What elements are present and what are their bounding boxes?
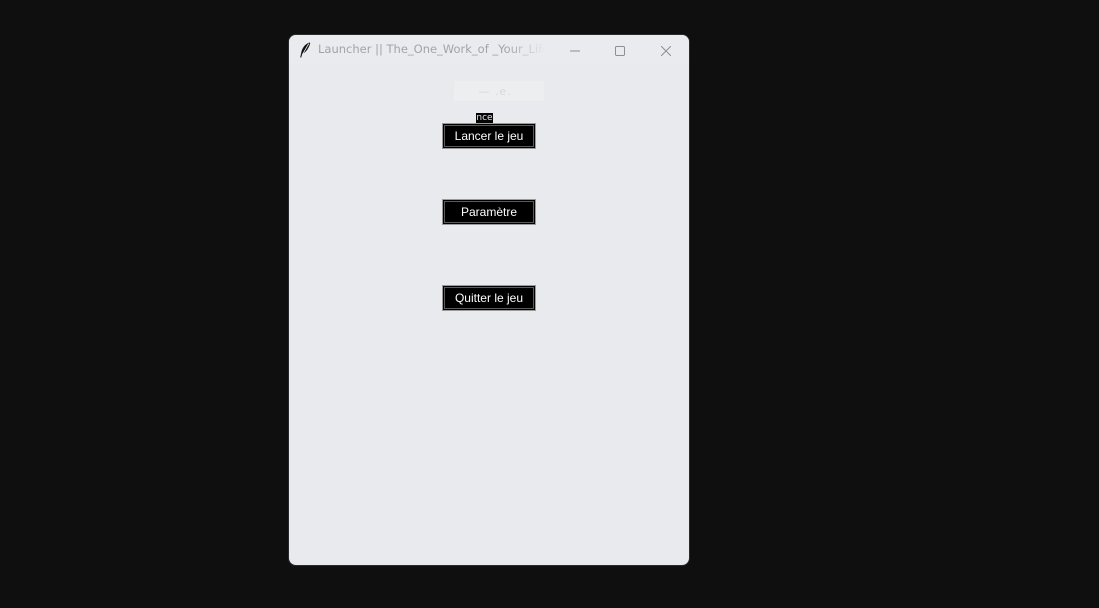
close-icon (660, 41, 672, 60)
play-button[interactable]: Lancer le jeu (442, 123, 536, 149)
title-bar[interactable]: Launcher || The_One_Work_of _Your_Life —… (289, 35, 689, 65)
quit-button[interactable]: Quitter le jeu (442, 285, 536, 311)
maximize-icon (615, 41, 625, 60)
settings-button[interactable]: Paramètre (442, 199, 536, 225)
launcher-window: Launcher || The_One_Work_of _Your_Life —… (289, 35, 689, 565)
minimize-icon (570, 41, 580, 60)
faded-heading: — .e. (478, 85, 512, 98)
minimize-button[interactable] (552, 35, 598, 65)
maximize-button[interactable] (597, 35, 643, 65)
close-button[interactable] (643, 35, 689, 65)
window-title: Launcher || The_One_Work_of _Your_Life —… (318, 42, 546, 56)
feather-icon (299, 42, 311, 58)
